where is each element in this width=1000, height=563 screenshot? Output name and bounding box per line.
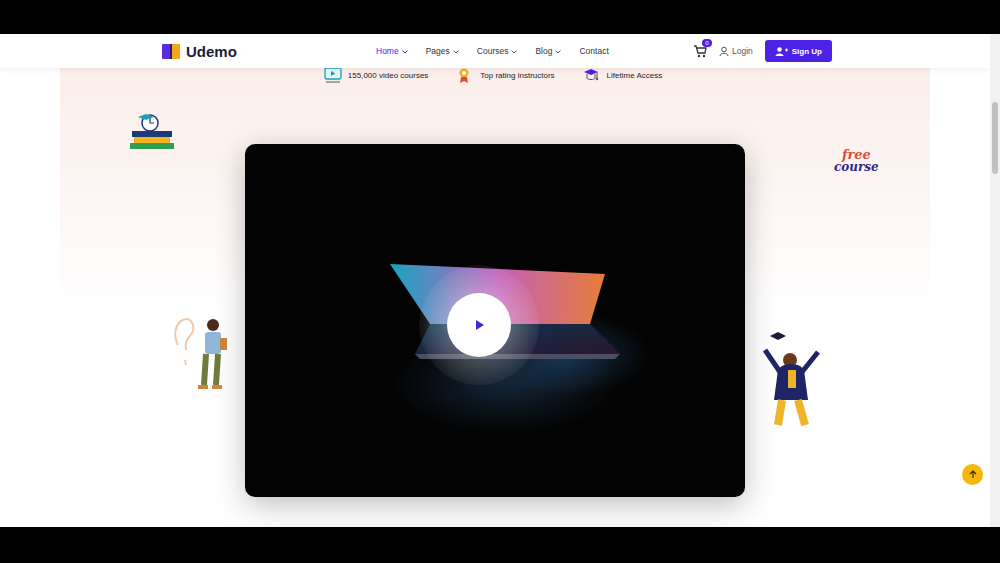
logo-text[interactable]: Udemo [186, 43, 237, 60]
logo[interactable]: Udemo [160, 41, 376, 61]
user-plus-icon [775, 46, 788, 56]
scroll-to-top-button[interactable] [962, 464, 983, 485]
chevron-down-icon [510, 48, 518, 55]
login-link[interactable]: Login [719, 46, 753, 56]
play-icon [474, 319, 485, 331]
nav-label[interactable]: Courses [477, 46, 509, 56]
features-row: 155,000 video courses Top rating instruct… [0, 68, 990, 82]
graduation-cap-icon [583, 67, 601, 84]
letterbox-top [0, 0, 1000, 34]
scrollbar[interactable] [990, 34, 1000, 527]
video-screen-icon [324, 67, 342, 84]
nav-item[interactable]: Pages [426, 46, 460, 56]
feature-label: Lifetime Access [607, 71, 663, 80]
sticker-line: course [834, 161, 879, 173]
login-label[interactable]: Login [732, 46, 753, 56]
nav-item[interactable]: Home [376, 46, 409, 56]
feature-label: 155,000 video courses [348, 71, 429, 80]
letterbox-bottom [0, 527, 1000, 563]
chevron-down-icon [401, 48, 409, 55]
arrow-up-icon [968, 469, 978, 480]
nav-item[interactable]: Courses [477, 46, 519, 56]
main-nav: Home Pages Courses Blog Contact [376, 46, 693, 56]
nav-label[interactable]: Pages [426, 46, 450, 56]
cart-button[interactable]: 0 [693, 44, 707, 58]
free-course-sticker: freecourse [834, 148, 879, 173]
video-section [0, 144, 990, 497]
scrollbar-thumb[interactable] [992, 102, 998, 174]
sticker-line: free [842, 148, 871, 161]
nav-item[interactable]: Contact [579, 46, 608, 56]
cart-badge: 0 [702, 39, 712, 47]
student-question-icon [168, 305, 233, 395]
feature-item: Lifetime Access [583, 67, 663, 84]
nav-item[interactable]: Blog [535, 46, 562, 56]
user-icon [719, 46, 729, 56]
books-clock-icon [130, 113, 174, 150]
graduate-icon [760, 330, 822, 435]
nav-label[interactable]: Contact [579, 46, 608, 56]
feature-label: Top rating instructors [480, 71, 554, 80]
signup-label[interactable]: Sign Up [792, 47, 822, 56]
browser-page: Udemo Home Pages Courses Blog Contact 0 Login Si… [0, 34, 1000, 527]
chevron-down-icon [554, 48, 562, 55]
logo-book-icon [160, 41, 182, 61]
site-header: Udemo Home Pages Courses Blog Contact 0 Login Si… [0, 34, 990, 68]
play-button[interactable] [447, 293, 511, 357]
hero-section: 155,000 video courses Top rating instruct… [0, 68, 990, 527]
nav-label[interactable]: Blog [535, 46, 552, 56]
medal-icon [456, 67, 474, 84]
video-player[interactable] [245, 144, 745, 497]
chevron-down-icon [452, 48, 460, 55]
page-content: Udemo Home Pages Courses Blog Contact 0 Login Si… [0, 34, 990, 527]
signup-button[interactable]: Sign Up [765, 40, 832, 62]
feature-item: Top rating instructors [456, 67, 554, 84]
feature-item: 155,000 video courses [324, 67, 429, 84]
nav-label[interactable]: Home [376, 46, 399, 56]
header-actions: 0 Login Sign Up [693, 40, 832, 62]
